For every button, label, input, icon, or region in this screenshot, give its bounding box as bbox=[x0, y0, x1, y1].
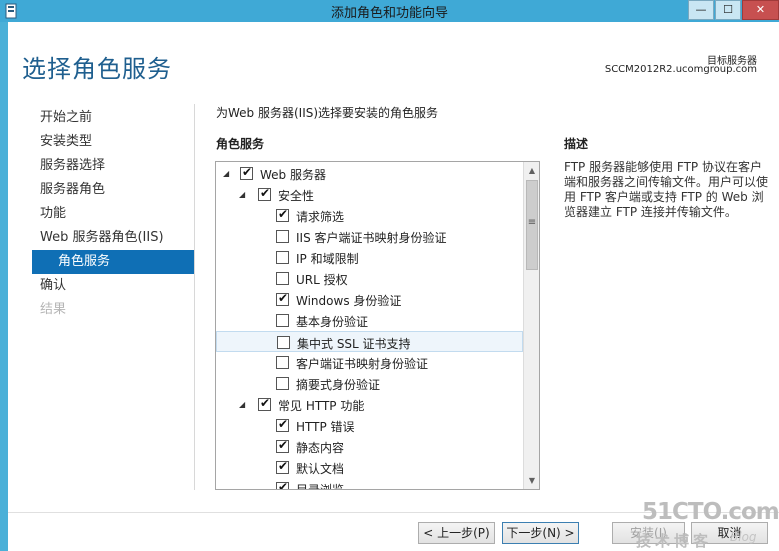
nav-item-results: 结果 bbox=[40, 302, 67, 317]
instruction-text: 为Web 服务器(IIS)选择要安装的角色服务 bbox=[216, 106, 439, 120]
watermark-blog: Blog bbox=[730, 530, 757, 544]
tree-row-label: 常见 HTTP 功能 bbox=[278, 399, 365, 413]
tree-content: ◢ ✔ Web 服务器 ◢ ✔ 安全性 ✔ 请求筛选 IIS 客户端证书映射身份验证 IP 和域限… bbox=[216, 162, 523, 490]
checkmark-icon: ✔ bbox=[260, 186, 271, 200]
checkbox[interactable]: ✔ bbox=[240, 165, 253, 180]
checkmark-icon: ✔ bbox=[278, 207, 289, 221]
nav-item-web-server-role[interactable]: Web 服务器角色(IIS) bbox=[32, 226, 194, 250]
nav-item-role-services[interactable]: 角色服务 bbox=[32, 250, 194, 274]
tree-row-label: 请求筛选 bbox=[296, 210, 345, 224]
tree-row-label: 基本身份验证 bbox=[296, 315, 369, 329]
tree-row-label: HTTP 错误 bbox=[296, 420, 355, 434]
tree-row[interactable]: 摘要式身份验证 bbox=[216, 373, 523, 394]
title-bar: 添加角色和功能向导 — ☐ ✕ bbox=[0, 0, 779, 22]
scroll-up-icon[interactable]: ▲ bbox=[524, 162, 539, 179]
tree-row[interactable]: ✔ Windows 身份验证 bbox=[216, 289, 523, 310]
nav-item-before-you-begin[interactable]: 开始之前 bbox=[32, 106, 194, 130]
close-icon: ✕ bbox=[755, 3, 766, 16]
tree-row[interactable]: 基本身份验证 bbox=[216, 310, 523, 331]
tree-row[interactable]: 客户端证书映射身份验证 bbox=[216, 352, 523, 373]
expand-toggle-icon[interactable]: ◢ bbox=[239, 400, 248, 409]
nav-item-installation-type[interactable]: 安装类型 bbox=[32, 130, 194, 154]
tree-row[interactable]: 集中式 SSL 证书支持 bbox=[216, 331, 523, 352]
expand-toggle-icon[interactable]: ◢ bbox=[239, 190, 248, 199]
role-services-tree: ◢ ✔ Web 服务器 ◢ ✔ 安全性 ✔ 请求筛选 IIS 客户端证书映射身份验证 IP 和域限… bbox=[215, 161, 540, 490]
maximize-button[interactable]: ☐ bbox=[715, 0, 741, 20]
tree-row[interactable]: ✔ HTTP 错误 bbox=[216, 415, 523, 436]
tree-row[interactable]: URL 授权 bbox=[216, 268, 523, 289]
checkmark-icon: ✔ bbox=[278, 438, 289, 452]
checkmark-icon: ✔ bbox=[278, 291, 289, 305]
checkmark-icon: ✔ bbox=[242, 165, 253, 179]
checkmark-icon: ✔ bbox=[278, 459, 289, 473]
tree-row[interactable]: ✔ 目录浏览 bbox=[216, 478, 523, 490]
tree-row[interactable]: ◢ ✔ Web 服务器 bbox=[216, 163, 523, 184]
scroll-thumb[interactable]: ≡ bbox=[526, 180, 538, 270]
tree-row-label: Windows 身份验证 bbox=[296, 294, 402, 308]
tree-row-label: 静态内容 bbox=[296, 441, 345, 455]
checkbox[interactable]: ✔ bbox=[276, 417, 289, 432]
checkbox[interactable]: ✔ bbox=[276, 459, 289, 474]
checkmark-icon: ✔ bbox=[278, 480, 289, 490]
checkbox[interactable]: ✔ bbox=[258, 186, 271, 201]
tree-scrollbar[interactable]: ▲ ≡ ▼ bbox=[523, 162, 539, 489]
nav-divider bbox=[194, 104, 195, 490]
checkbox[interactable] bbox=[276, 251, 289, 264]
checkbox[interactable]: ✔ bbox=[276, 438, 289, 453]
tree-row-label: IIS 客户端证书映射身份验证 bbox=[296, 231, 447, 245]
destination-server-name: SCCM2012R2.ucomgroup.com bbox=[604, 64, 757, 75]
description-text: FTP 服务器能够使用 FTP 协议在客户端和服务器之间传输文件。用户可以使用 … bbox=[564, 160, 769, 219]
tree-row-label: Web 服务器 bbox=[260, 168, 326, 182]
role-services-heading: 角色服务 bbox=[216, 137, 265, 151]
previous-button[interactable]: < 上一步(P) bbox=[418, 522, 495, 544]
tree-row-label: 摘要式身份验证 bbox=[296, 378, 381, 392]
tree-row[interactable]: ✔ 请求筛选 bbox=[216, 205, 523, 226]
checkbox[interactable] bbox=[277, 336, 290, 349]
close-button[interactable]: ✕ bbox=[742, 0, 779, 20]
scroll-grip-icon: ≡ bbox=[527, 217, 537, 228]
page-title: 选择角色服务 bbox=[22, 55, 172, 83]
checkbox[interactable] bbox=[276, 356, 289, 369]
tree-row-label: 客户端证书映射身份验证 bbox=[296, 357, 429, 371]
tree-row-label: 默认文档 bbox=[296, 462, 345, 476]
checkmark-icon: ✔ bbox=[278, 417, 289, 431]
tree-row-label: IP 和域限制 bbox=[296, 252, 359, 266]
checkbox[interactable]: ✔ bbox=[276, 480, 289, 490]
maximize-icon: ☐ bbox=[723, 3, 733, 16]
minimize-button[interactable]: — bbox=[688, 0, 714, 20]
tree-row[interactable]: ◢ ✔ 安全性 bbox=[216, 184, 523, 205]
wizard-nav: 开始之前 安装类型 服务器选择 服务器角色 功能 Web 服务器角色(IIS) … bbox=[32, 106, 194, 322]
tree-row[interactable]: ✔ 默认文档 bbox=[216, 457, 523, 478]
nav-item-server-roles[interactable]: 服务器角色 bbox=[32, 178, 194, 202]
checkbox[interactable] bbox=[276, 272, 289, 285]
wizard-client-area: 选择角色服务 目标服务器 SCCM2012R2.ucomgroup.com 开始… bbox=[8, 22, 779, 551]
tree-row[interactable]: ◢ ✔ 常见 HTTP 功能 bbox=[216, 394, 523, 415]
nav-item-confirmation[interactable]: 确认 bbox=[32, 274, 194, 298]
checkbox[interactable] bbox=[276, 377, 289, 390]
checkmark-icon: ✔ bbox=[260, 396, 271, 410]
description-heading: 描述 bbox=[564, 137, 589, 151]
tree-row[interactable]: IP 和域限制 bbox=[216, 247, 523, 268]
tree-row-label: 安全性 bbox=[278, 189, 315, 203]
nav-item-server-selection[interactable]: 服务器选择 bbox=[32, 154, 194, 178]
tree-row-label: 目录浏览 bbox=[296, 483, 345, 490]
tree-row[interactable]: IIS 客户端证书映射身份验证 bbox=[216, 226, 523, 247]
checkbox[interactable]: ✔ bbox=[258, 396, 271, 411]
nav-item-features[interactable]: 功能 bbox=[32, 202, 194, 226]
minimize-icon: — bbox=[695, 3, 707, 16]
checkbox[interactable]: ✔ bbox=[276, 207, 289, 222]
checkbox[interactable]: ✔ bbox=[276, 291, 289, 306]
checkbox[interactable] bbox=[276, 314, 289, 327]
window-title: 添加角色和功能向导 bbox=[330, 6, 448, 21]
tree-row[interactable]: ✔ 静态内容 bbox=[216, 436, 523, 457]
next-button[interactable]: 下一步(N) > bbox=[502, 522, 579, 544]
tree-row-label: URL 授权 bbox=[296, 273, 348, 287]
watermark-subtitle: 技术博客 bbox=[636, 532, 713, 550]
tree-row-label: 集中式 SSL 证书支持 bbox=[297, 337, 411, 351]
checkbox[interactable] bbox=[276, 230, 289, 243]
watermark-logo: 51CTO.com bbox=[642, 499, 779, 525]
scroll-down-icon[interactable]: ▼ bbox=[524, 472, 539, 489]
expand-toggle-icon[interactable]: ◢ bbox=[223, 169, 232, 178]
